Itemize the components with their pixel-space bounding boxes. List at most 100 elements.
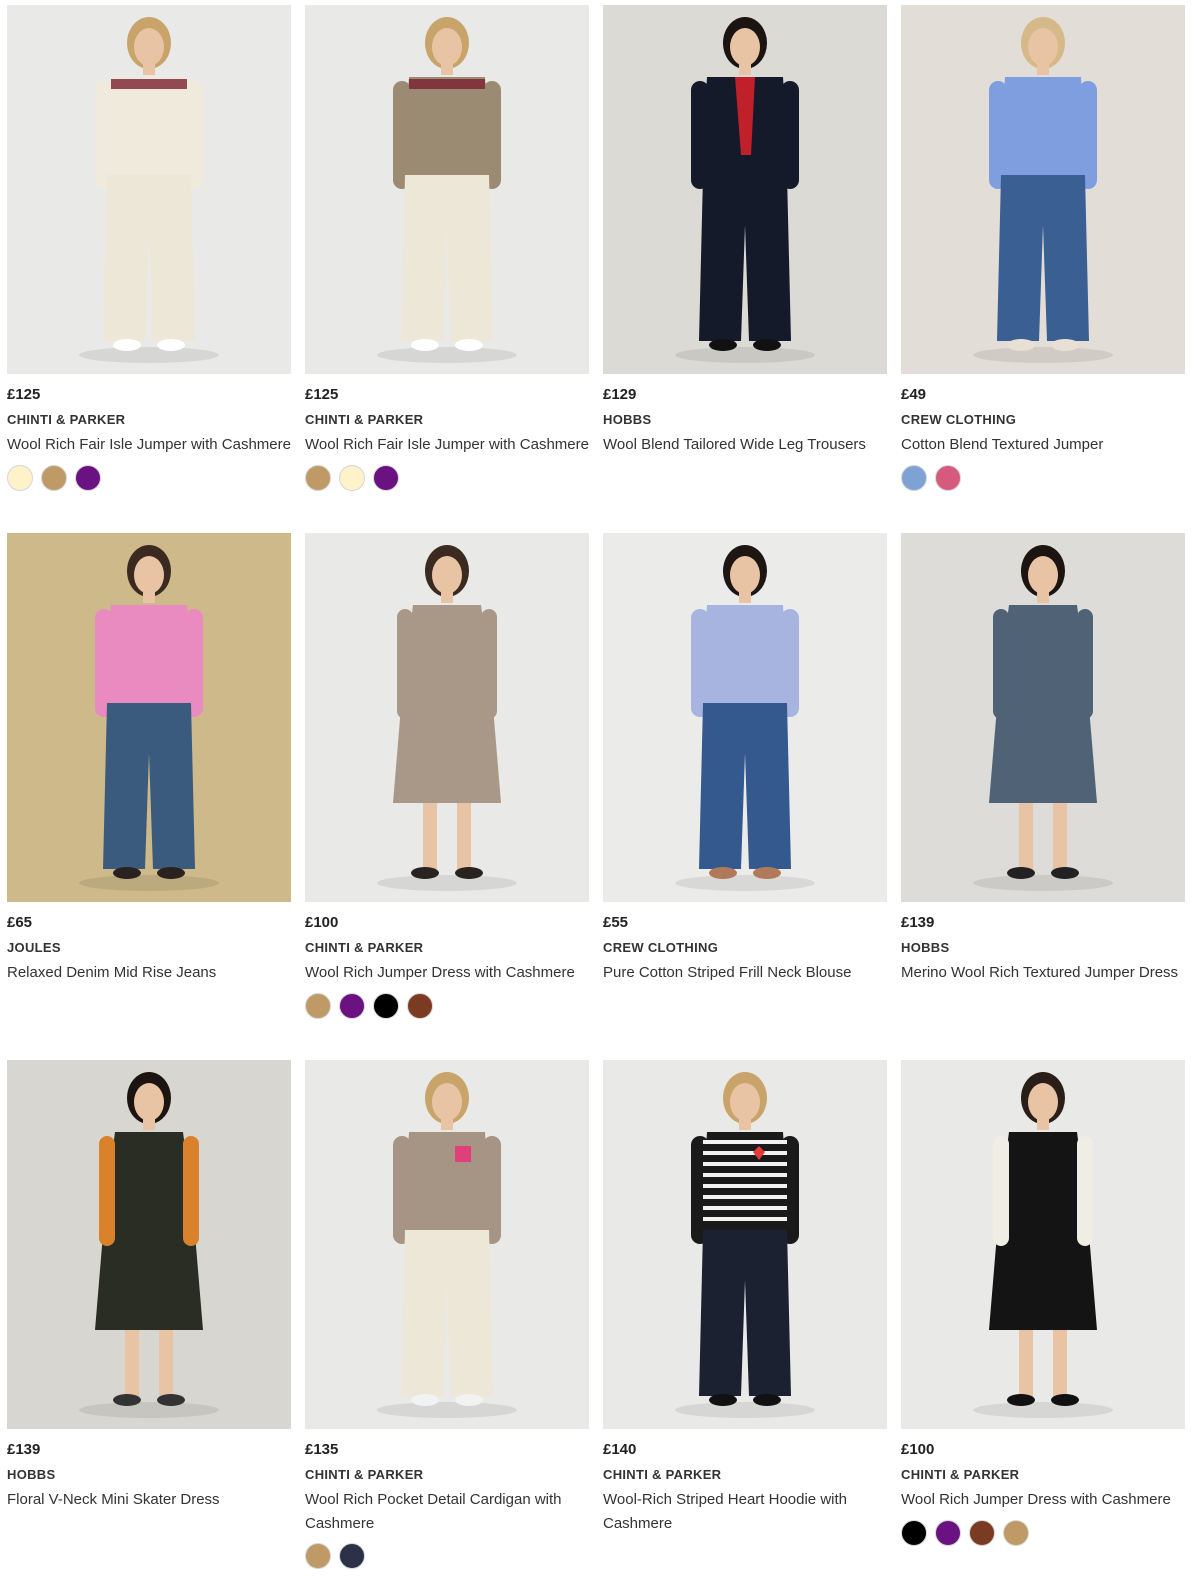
colour-swatch[interactable] [305, 464, 331, 491]
product-brand: CHINTI & PARKER [305, 940, 424, 955]
product-card[interactable]: £129 HOBBS Wool Blend Tailored Wide Leg Tr… [603, 5, 887, 457]
colour-swatches [901, 1519, 1185, 1546]
product-image[interactable] [305, 533, 589, 902]
model-shoe [1051, 1394, 1079, 1406]
product-brand: CHINTI & PARKER [603, 1467, 722, 1482]
product-title[interactable]: Wool Rich Pocket Detail Cardigan with Ca… [305, 1488, 589, 1535]
product-card[interactable]: £100 CHINTI & PARKER Wool Rich Jumper Dres… [305, 533, 589, 1019]
product-price: £125 [7, 386, 41, 403]
garment-top [701, 1132, 789, 1230]
model-face [432, 556, 462, 594]
product-image[interactable] [7, 1060, 291, 1429]
colour-swatch[interactable] [305, 992, 331, 1019]
product-price: £65 [7, 914, 33, 931]
product-brand: JOULES [7, 940, 61, 955]
product-title[interactable]: Merino Wool Rich Textured Jumper Dress [901, 961, 1185, 985]
product-price: £129 [603, 386, 637, 403]
model-shoe [157, 867, 185, 879]
product-title[interactable]: Wool-Rich Striped Heart Hoodie with Cash… [603, 1488, 887, 1535]
product-title[interactable]: Wool Rich Jumper Dress with Cashmere [901, 1488, 1185, 1512]
product-title[interactable]: Relaxed Denim Mid Rise Jeans [7, 961, 291, 985]
product-image[interactable] [305, 1060, 589, 1429]
product-price: £139 [901, 914, 935, 931]
product-image[interactable] [901, 5, 1185, 374]
colour-swatch[interactable] [339, 464, 365, 491]
model-face [134, 28, 164, 66]
product-card[interactable]: £140 CHINTI & PARKER Wool-Rich Striped Hea… [603, 1060, 887, 1535]
product-card[interactable]: £139 HOBBS Merino Wool Rich Textured Jumpe… [901, 533, 1185, 985]
product-image[interactable] [901, 533, 1185, 902]
product-title[interactable]: Floral V-Neck Mini Skater Dress [7, 1488, 291, 1512]
product-title[interactable]: Wool Rich Jumper Dress with Cashmere [305, 961, 589, 985]
product-image[interactable] [7, 533, 291, 902]
model-shoe [113, 867, 141, 879]
colour-swatch[interactable] [901, 1519, 927, 1546]
colour-swatch[interactable] [935, 464, 961, 491]
model-shoe [113, 339, 141, 351]
model-shoe [113, 1394, 141, 1406]
product-brand: CHINTI & PARKER [901, 1467, 1020, 1482]
colour-swatch[interactable] [969, 1519, 995, 1546]
model-face [134, 1083, 164, 1121]
colour-swatch[interactable] [901, 464, 927, 491]
model-shoe [157, 339, 185, 351]
product-price: £55 [603, 914, 629, 931]
model-face [730, 1083, 760, 1121]
product-image[interactable] [603, 533, 887, 902]
product-card[interactable]: £139 HOBBS Floral V-Neck Mini Skater Dress [7, 1060, 291, 1512]
colour-swatches [7, 464, 291, 491]
model-shoe [411, 867, 439, 879]
colour-swatches [305, 464, 589, 491]
colour-swatch[interactable] [305, 1543, 331, 1569]
product-grid: £125 CHINTI & PARKER Wool Rich Fair Isle J… [0, 0, 1200, 1583]
product-card[interactable]: £65 JOULES Relaxed Denim Mid Rise Jeans [7, 533, 291, 985]
colour-swatch[interactable] [339, 992, 365, 1019]
colour-swatch[interactable] [7, 464, 33, 491]
colour-swatch[interactable] [407, 992, 433, 1019]
colour-swatch[interactable] [373, 464, 399, 491]
model-shoe [709, 867, 737, 879]
product-title[interactable]: Pure Cotton Striped Frill Neck Blouse [603, 961, 887, 985]
product-title[interactable]: Cotton Blend Textured Jumper [901, 433, 1185, 457]
product-card[interactable]: £125 CHINTI & PARKER Wool Rich Fair Isle J… [305, 5, 589, 491]
product-card[interactable]: £55 CREW CLOTHING Pure Cotton Striped Fril… [603, 533, 887, 985]
colour-swatch[interactable] [1003, 1519, 1029, 1546]
colour-swatch[interactable] [339, 1543, 365, 1569]
model-shoe [753, 867, 781, 879]
product-title[interactable]: Wool Rich Fair Isle Jumper with Cashmere [305, 433, 589, 457]
product-image[interactable] [603, 1060, 887, 1429]
product-image[interactable] [901, 1060, 1185, 1429]
model-shoe [1051, 339, 1079, 351]
model-face [730, 28, 760, 66]
product-image[interactable] [305, 5, 589, 374]
colour-swatch[interactable] [373, 992, 399, 1019]
colour-swatch[interactable] [41, 464, 67, 491]
colour-swatches [305, 1543, 589, 1569]
product-image[interactable] [603, 5, 887, 374]
product-card[interactable]: £125 CHINTI & PARKER Wool Rich Fair Isle J… [7, 5, 291, 491]
model-shoe [455, 867, 483, 879]
product-card[interactable]: £100 CHINTI & PARKER Wool Rich Jumper Dres… [901, 1060, 1185, 1546]
model-shoe [709, 339, 737, 351]
model-shoe [1007, 1394, 1035, 1406]
product-brand: HOBBS [7, 1467, 56, 1482]
model-shoe [753, 1394, 781, 1406]
product-title[interactable]: Wool Blend Tailored Wide Leg Trousers [603, 433, 887, 457]
product-image[interactable] [7, 5, 291, 374]
garment-top [403, 1132, 491, 1230]
model-face [1028, 28, 1058, 66]
product-card[interactable]: £49 CREW CLOTHING Cotton Blend Textured Ju… [901, 5, 1185, 491]
model-shoe [157, 1394, 185, 1406]
model-shoe [455, 1394, 483, 1406]
product-brand: CREW CLOTHING [901, 412, 1017, 427]
model-shoe [455, 339, 483, 351]
product-brand: CHINTI & PARKER [305, 1467, 424, 1482]
product-card[interactable]: £135 CHINTI & PARKER Wool Rich Pocket Deta… [305, 1060, 589, 1569]
colour-swatch[interactable] [75, 464, 101, 491]
garment-top [999, 77, 1087, 175]
product-title[interactable]: Wool Rich Fair Isle Jumper with Cashmere [7, 433, 291, 457]
model-shoe [411, 1394, 439, 1406]
product-brand: CHINTI & PARKER [305, 412, 424, 427]
colour-swatch[interactable] [935, 1519, 961, 1546]
product-price: £125 [305, 386, 339, 403]
